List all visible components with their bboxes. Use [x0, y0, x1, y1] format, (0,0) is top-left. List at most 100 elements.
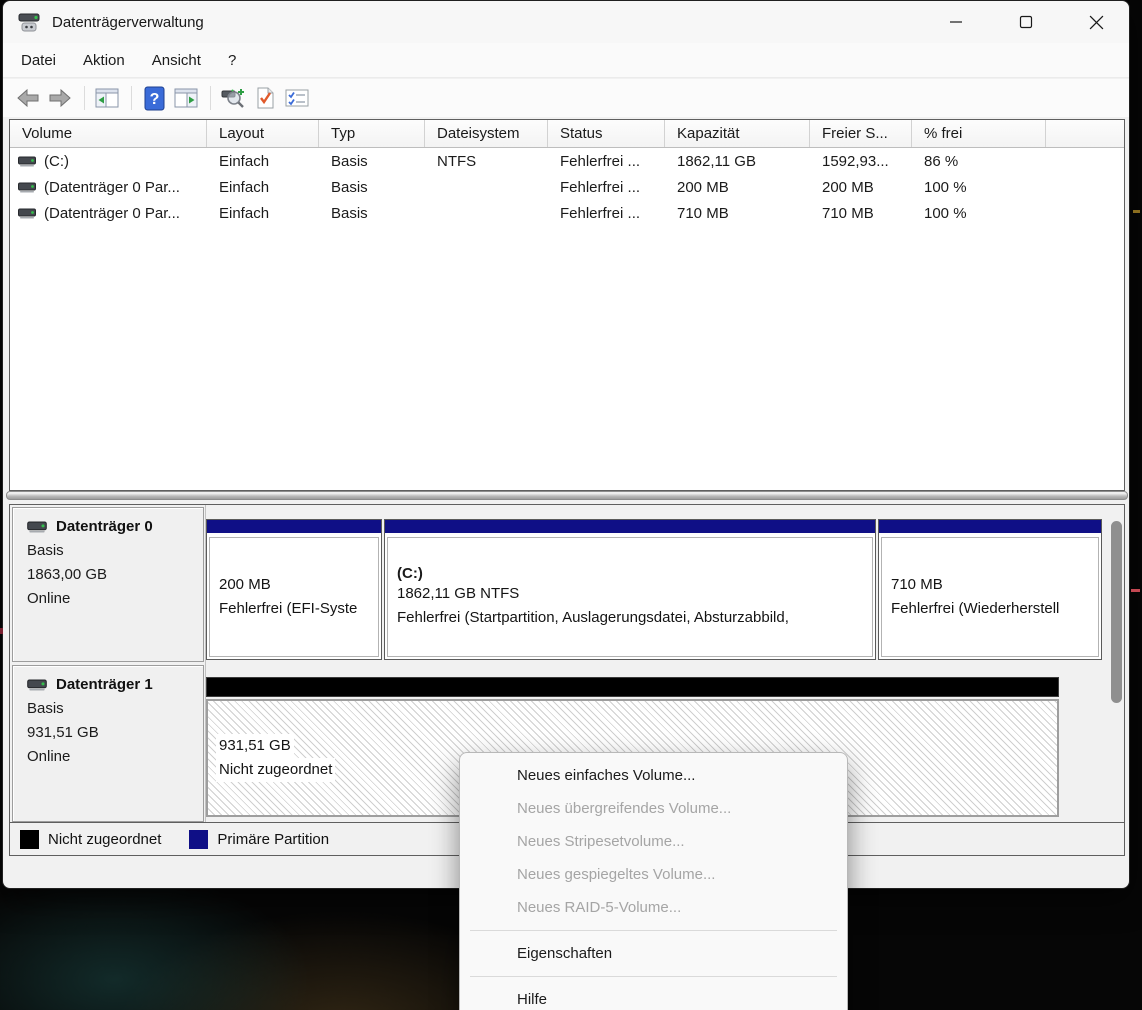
partition-header [206, 677, 1059, 697]
menu-ansicht[interactable]: Ansicht [150, 48, 203, 73]
partition-header [385, 520, 875, 535]
prozent-frei-cell: 86 % [912, 148, 1046, 174]
desktop-artifact [1131, 589, 1140, 592]
maximize-icon [1019, 15, 1033, 29]
menu-item-neues-raid5-volume: Neues RAID-5-Volume... [460, 891, 847, 924]
menu-datei[interactable]: Datei [19, 48, 58, 73]
context-menu: Neues einfaches Volume... Neues übergrei… [459, 752, 848, 1010]
volume-icon [18, 182, 36, 193]
status-cell: Fehlerfrei ... [548, 174, 665, 200]
toolbar: ? [3, 79, 1129, 117]
kapazitaet-cell: 710 MB [665, 200, 810, 226]
disk-drive-icon [17, 10, 41, 34]
disk-type: Basis [27, 697, 203, 721]
minimize-button[interactable] [933, 1, 979, 43]
check-document-icon [253, 86, 277, 110]
volume-cell: (Datenträger 0 Par... [10, 174, 207, 200]
help-button[interactable]: ? [139, 84, 169, 112]
disk1-info-box[interactable]: Datenträger 1 Basis 931,51 GB Online [12, 665, 204, 822]
disk-status: Online [27, 745, 203, 769]
maximize-button[interactable] [1003, 1, 1049, 43]
dateisystem-cell: NTFS [425, 148, 548, 174]
status-cell: Fehlerfrei ... [548, 200, 665, 226]
window-title: Datenträgerverwaltung [52, 14, 204, 31]
prozent-frei-cell: 100 % [912, 174, 1046, 200]
desktop: { "window": { "title": "Datenträgerverwa… [0, 0, 1142, 1010]
column-header-typ[interactable]: Typ [319, 120, 425, 147]
close-icon [1089, 15, 1104, 30]
menu-hilfe[interactable]: ? [226, 48, 238, 73]
menu-separator [470, 976, 837, 977]
partition-recovery[interactable]: 710 MB Fehlerfrei (Wiederherstell [878, 519, 1102, 660]
check-document-button[interactable] [250, 84, 280, 112]
forward-button[interactable] [45, 84, 75, 112]
toolbar-separator [131, 86, 132, 110]
menu-aktion[interactable]: Aktion [81, 48, 127, 73]
status-cell: Fehlerfrei ... [548, 148, 665, 174]
volume-name: (Datenträger 0 Par... [44, 179, 180, 196]
table-row[interactable]: (Datenträger 0 Par... Einfach Basis Fehl… [10, 200, 1124, 226]
partition-body: (C:) 1862,11 GB NTFS Fehlerfrei (Startpa… [387, 537, 873, 657]
layout-cell: Einfach [207, 174, 319, 200]
volume-name: (Datenträger 0 Par... [44, 205, 180, 222]
desktop-artifact [0, 628, 3, 634]
menu-item-hilfe[interactable]: Hilfe [460, 983, 847, 1010]
partition-status: Fehlerfrei (Wiederherstell [891, 597, 1098, 621]
column-header-freier-speicher[interactable]: Freier S... [810, 120, 912, 147]
typ-cell: Basis [319, 148, 425, 174]
partition-status: Fehlerfrei (EFI-Syste [219, 597, 378, 621]
partition-header [879, 520, 1101, 535]
partition-status: Nicht zugeordnet [216, 758, 335, 782]
partition-c[interactable]: (C:) 1862,11 GB NTFS Fehlerfrei (Startpa… [384, 519, 876, 660]
disk0-info-box[interactable]: Datenträger 0 Basis 1863,00 GB Online [12, 507, 204, 662]
typ-cell: Basis [319, 200, 425, 226]
svg-text:?: ? [149, 91, 159, 108]
disk-size: 1863,00 GB [27, 563, 203, 587]
disk-type: Basis [27, 539, 203, 563]
column-header-dateisystem[interactable]: Dateisystem [425, 120, 548, 147]
partition-size: 1862,11 GB NTFS [397, 582, 872, 606]
back-button[interactable] [13, 84, 43, 112]
menu-item-eigenschaften[interactable]: Eigenschaften [460, 937, 847, 970]
pane-splitter[interactable] [6, 491, 1128, 500]
rescan-disks-button[interactable] [218, 84, 248, 112]
volume-icon [18, 208, 36, 219]
layout-cell: Einfach [207, 148, 319, 174]
back-arrow-icon [15, 87, 41, 109]
partition-size: 931,51 GB [216, 734, 294, 758]
partition-efi[interactable]: 200 MB Fehlerfrei (EFI-Syste [206, 519, 382, 660]
table-header: Volume Layout Typ Dateisystem Status Kap… [10, 120, 1124, 148]
menu-item-neues-gespiegeltes-volume: Neues gespiegeltes Volume... [460, 858, 847, 891]
menu-item-neues-uebergreifendes-volume: Neues übergreifendes Volume... [460, 792, 847, 825]
legend-label-unallocated: Nicht zugeordnet [48, 831, 161, 848]
vertical-scrollbar[interactable] [1111, 511, 1122, 817]
table-row[interactable]: (C:) Einfach Basis NTFS Fehlerfrei ... 1… [10, 148, 1124, 174]
prozent-frei-cell: 100 % [912, 200, 1046, 226]
action-pane-icon [173, 87, 199, 109]
checklist-button[interactable] [282, 84, 312, 112]
minimize-icon [949, 15, 963, 29]
close-button[interactable] [1073, 1, 1119, 43]
partition-body: 200 MB Fehlerfrei (EFI-Syste [209, 537, 379, 657]
column-header-status[interactable]: Status [548, 120, 665, 147]
layout-cell: Einfach [207, 200, 319, 226]
show-action-pane-button[interactable] [171, 84, 201, 112]
disk-size: 931,51 GB [27, 721, 203, 745]
rescan-disks-icon [220, 86, 246, 110]
column-header-kapazitaet[interactable]: Kapazität [665, 120, 810, 147]
legend-swatch-primary [189, 830, 208, 849]
volume-list: Volume Layout Typ Dateisystem Status Kap… [9, 119, 1125, 491]
partition-status: Fehlerfrei (Startpartition, Auslagerungs… [397, 606, 872, 630]
column-header-volume[interactable]: Volume [10, 120, 207, 147]
volume-cell: (Datenträger 0 Par... [10, 200, 207, 226]
forward-arrow-icon [47, 87, 73, 109]
table-row[interactable]: (Datenträger 0 Par... Einfach Basis Fehl… [10, 174, 1124, 200]
show-console-tree-button[interactable] [92, 84, 122, 112]
column-header-filler [1046, 120, 1124, 147]
column-header-layout[interactable]: Layout [207, 120, 319, 147]
menu-item-neues-einfaches-volume[interactable]: Neues einfaches Volume... [460, 759, 847, 792]
column-header-prozent-frei[interactable]: % frei [912, 120, 1046, 147]
toolbar-separator [84, 86, 85, 110]
help-icon: ? [144, 86, 165, 111]
scrollbar-thumb[interactable] [1111, 521, 1122, 703]
